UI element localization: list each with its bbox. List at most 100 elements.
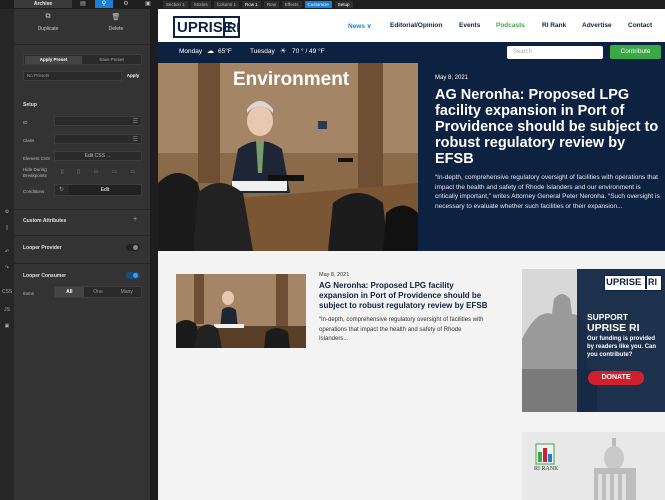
looper-provider-toggle[interactable] [126, 244, 140, 251]
delete-label: Delete [108, 26, 124, 32]
conditions-edit-button[interactable]: Edit [69, 185, 141, 195]
hide-breakpoints-label: Hide During Breakpoints [23, 167, 47, 178]
archive-button[interactable]: Archive [14, 0, 72, 8]
logo-ri: RI [227, 20, 240, 35]
tab-row[interactable]: Row [263, 0, 279, 8]
settings-icon[interactable]: ⚙ [0, 209, 14, 215]
breakpoint-xs-icon[interactable]: ▯ [61, 169, 64, 179]
looper-provider-label: Looper Provider [23, 245, 62, 251]
list-icon: ☰ [132, 119, 138, 125]
hero-date: May 8, 2021 [435, 75, 469, 81]
cloud-icon: ☁ [207, 48, 214, 55]
crumb-stories[interactable]: Stories [190, 0, 211, 8]
article-thumbnail[interactable] [176, 274, 306, 348]
js-icon[interactable]: JS [0, 307, 14, 313]
search-icon[interactable]: ⚲ [95, 0, 113, 8]
breakpoint-xl-icon[interactable]: ▭ [130, 169, 135, 179]
hero-title[interactable]: AG Neronha: Proposed LPG facility expans… [435, 87, 660, 167]
hero-excerpt: “In-depth, comprehensive regulatory over… [435, 174, 660, 210]
edit-css-button[interactable]: Edit CSS → [54, 151, 142, 161]
weather-temp1: 65°F [218, 48, 232, 55]
trash-icon: 🗑 [111, 14, 121, 21]
ri-rank-ad[interactable]: RI RANK [522, 432, 665, 500]
gear-icon[interactable]: ⚙ [117, 0, 135, 8]
article-card[interactable]: May 8, 2021 AG Neronha: Proposed LPG fac… [176, 272, 516, 352]
tab-setup[interactable]: Setup [334, 0, 353, 8]
class-field[interactable]: ☰ [54, 134, 142, 144]
article-excerpt: “In-depth, comprehensive regulatory over… [319, 317, 484, 342]
article-date: May 8, 2021 [319, 272, 350, 278]
breakpoint-sm-icon[interactable]: ▯ [77, 169, 80, 179]
tab-apply-preset[interactable]: Apply Preset [25, 56, 82, 64]
ad-support: SUPPORT [587, 312, 629, 322]
ad-logo-ri: RI [648, 277, 657, 287]
id-field[interactable]: ☰ [54, 116, 142, 126]
conditions-field: ↻ Edit [54, 184, 142, 196]
tab-save-preset[interactable]: Save Preset [83, 56, 140, 64]
hero-text: May 8, 2021 AG Neronha: Proposed LPG fac… [435, 75, 660, 211]
list-icon: ☰ [132, 137, 138, 143]
hero-story[interactable]: Environment May 8, 2021 AG Neronha: Prop… [158, 63, 665, 251]
layout-icon[interactable]: ▤ [74, 0, 92, 8]
tab-customize[interactable]: Customize [304, 0, 332, 8]
weather-day1: Monday [179, 48, 203, 55]
inspector-panel: ⧉ Duplicate 🗑 Delete Apply Preset Save P… [14, 9, 158, 500]
crumb-column[interactable]: Column 1 [213, 0, 240, 8]
refresh-icon[interactable]: ↻ [59, 186, 64, 193]
hero-category[interactable]: Environment [233, 69, 349, 91]
delete-button[interactable]: 🗑 Delete [82, 13, 150, 32]
device-icon[interactable]: ▯ [0, 225, 14, 231]
car-icon[interactable]: ▣ [0, 323, 14, 329]
duplicate-icon: ⧉ [45, 13, 51, 20]
items-all[interactable]: All [55, 287, 84, 297]
preset-select[interactable]: No Presets [23, 71, 122, 81]
nav-events[interactable]: Events [459, 22, 480, 29]
icon-rail: ⚙ ▯ ↶ ↷ CSS JS ▣ [0, 9, 14, 500]
panel-divider [150, 9, 158, 500]
ri-rank-label: RI RANK [534, 466, 559, 472]
site-preview: UPRISE RI News ∨ Editorial/Opinion Event… [158, 9, 665, 500]
breakpoint-toggles: ▯ ▯ ▭ ▭ ▭ [54, 169, 142, 179]
css-icon[interactable]: CSS [0, 289, 14, 295]
apply-button[interactable]: Apply [124, 71, 142, 81]
breakpoint-lg-icon[interactable]: ▭ [112, 169, 117, 179]
search-input[interactable]: Search [507, 46, 603, 59]
duplicate-button[interactable]: ⧉ Duplicate [14, 13, 82, 32]
support-ad[interactable]: UPRISE RI SUPPORT UPRISE RI Our funding … [522, 269, 665, 412]
ad-logo-uprise: UPRISE [606, 277, 642, 288]
builder-toolbar: Archive ▤ ⚲ ⚙ ▣ Section 1 Stories Column… [0, 0, 665, 9]
breakpoint-md-icon[interactable]: ▭ [94, 169, 99, 179]
nav-editorial[interactable]: Editorial/Opinion [390, 22, 442, 29]
preview-icon[interactable]: ▣ [139, 0, 157, 8]
tab-effects[interactable]: Effects [281, 0, 302, 8]
preset-tabs: Apply Preset Save Preset [23, 54, 142, 65]
contribute-button[interactable]: Contribute [610, 45, 661, 59]
add-icon[interactable]: + [133, 216, 137, 223]
article-text: May 8, 2021 AG Neronha: Proposed LPG fac… [319, 272, 489, 345]
undo-icon[interactable]: ↶ [0, 249, 14, 255]
redo-icon[interactable]: ↷ [0, 265, 14, 271]
nav-advertise[interactable]: Advertise [582, 22, 612, 29]
donate-button[interactable]: DONATE [588, 371, 644, 385]
nav-podcasts[interactable]: Podcasts [496, 22, 525, 29]
nav-contact[interactable]: Contact [628, 22, 652, 29]
nav-news[interactable]: News ∨ [348, 22, 372, 30]
site-logo[interactable]: UPRISE RI [173, 16, 240, 38]
crumb-row[interactable]: Row 1 [242, 0, 261, 8]
items-one[interactable]: One [84, 287, 113, 297]
setup-heading: Setup [23, 102, 37, 108]
ad-body: Our funding is provided by readers like … [587, 336, 657, 358]
nav-ri-rank[interactable]: RI Rank [542, 22, 566, 29]
custom-attributes-heading: Custom Attributes [23, 218, 67, 224]
article-title[interactable]: AG Neronha: Proposed LPG facility expans… [319, 281, 489, 311]
hero-photo: Environment [158, 63, 418, 251]
weather-day2: Tuesday [250, 48, 275, 55]
weather-bar: Monday ☁ 65°F Tuesday ☀ 70 ° / 49 °F Sea… [158, 42, 665, 63]
ad-logo: UPRISE RI [604, 275, 662, 291]
sun-icon: ☀ [280, 48, 287, 55]
crumb-section[interactable]: Section 1 [163, 0, 188, 8]
breadcrumb: Section 1 Stories Column 1 Row 1 Row Eff… [163, 0, 353, 8]
looper-consumer-toggle[interactable] [126, 272, 140, 279]
site-header: UPRISE RI News ∨ Editorial/Opinion Event… [158, 9, 665, 42]
items-many[interactable]: Many [112, 287, 141, 297]
